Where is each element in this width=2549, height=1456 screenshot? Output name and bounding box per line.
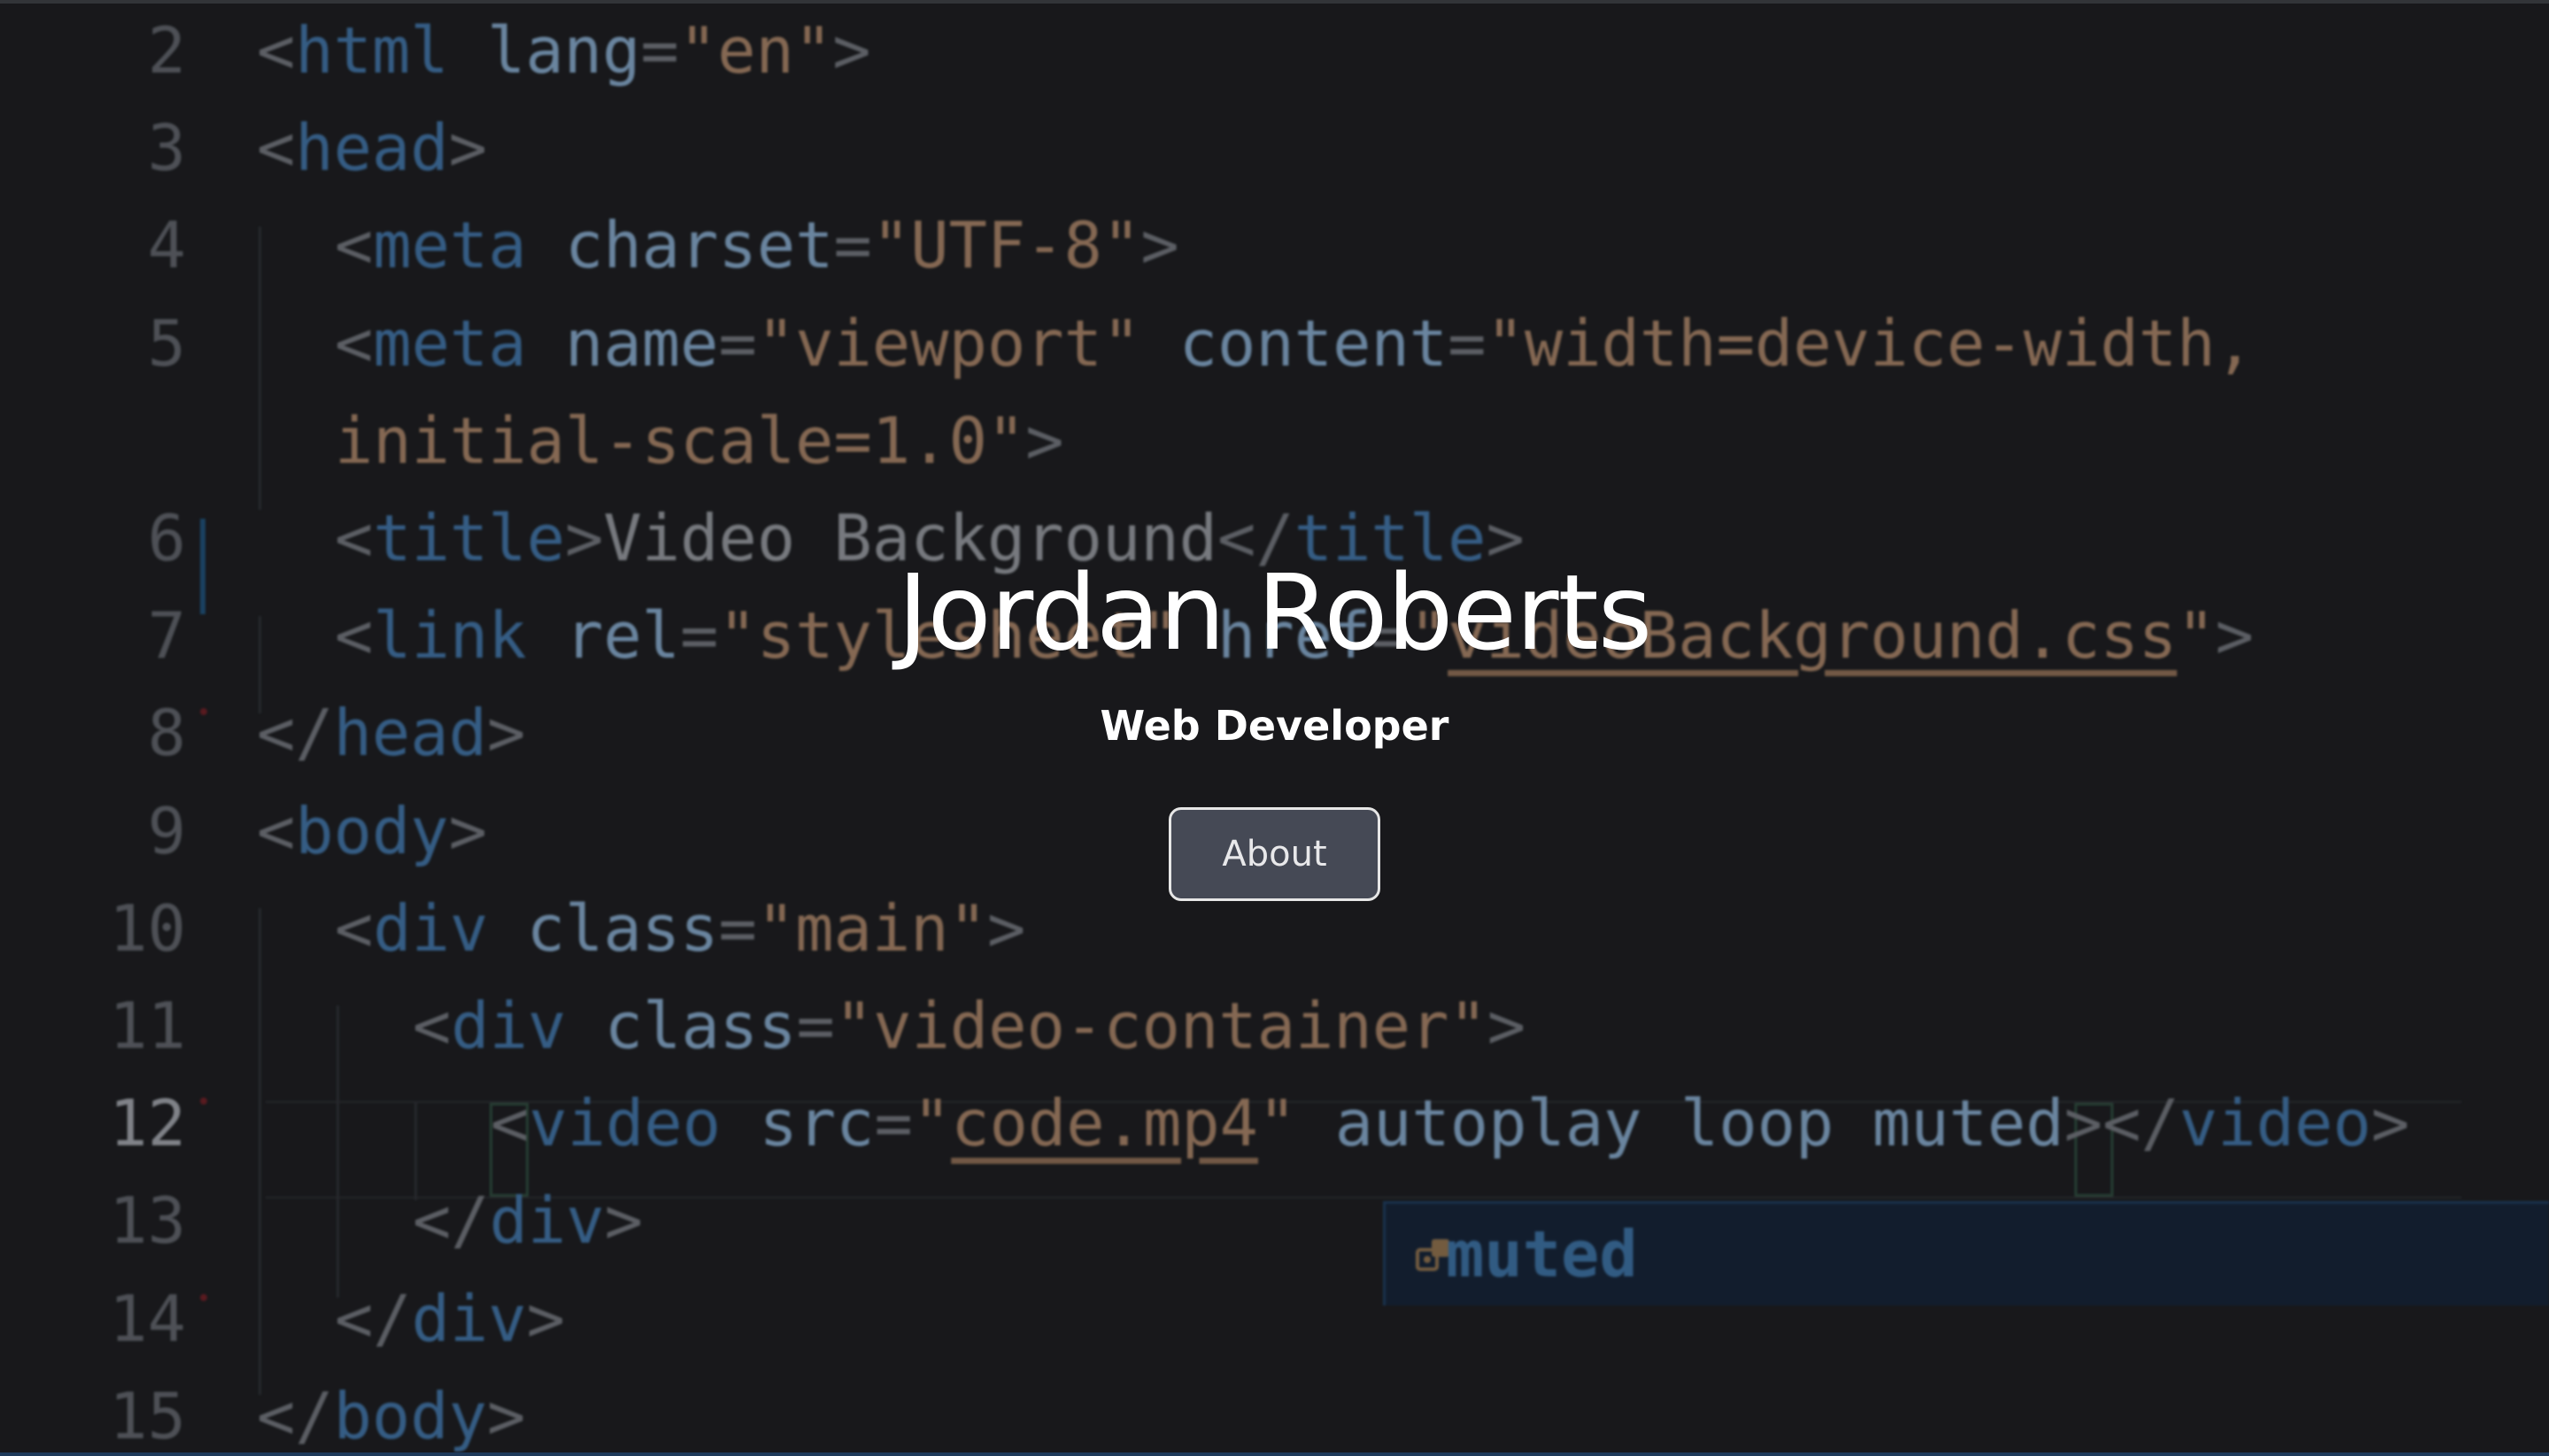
about-button[interactable]: About	[1169, 807, 1380, 901]
hero-overlay: Jordan Roberts Web Developer About	[0, 0, 2549, 1456]
hero-role: Web Developer	[1100, 702, 1449, 750]
video-background-page: 2 <html lang="en"> 3 <head> 4 <meta charset="…	[0, 0, 2549, 1456]
bottom-border	[0, 1452, 2549, 1456]
hero-name: Jordan Roberts	[897, 551, 1653, 674]
